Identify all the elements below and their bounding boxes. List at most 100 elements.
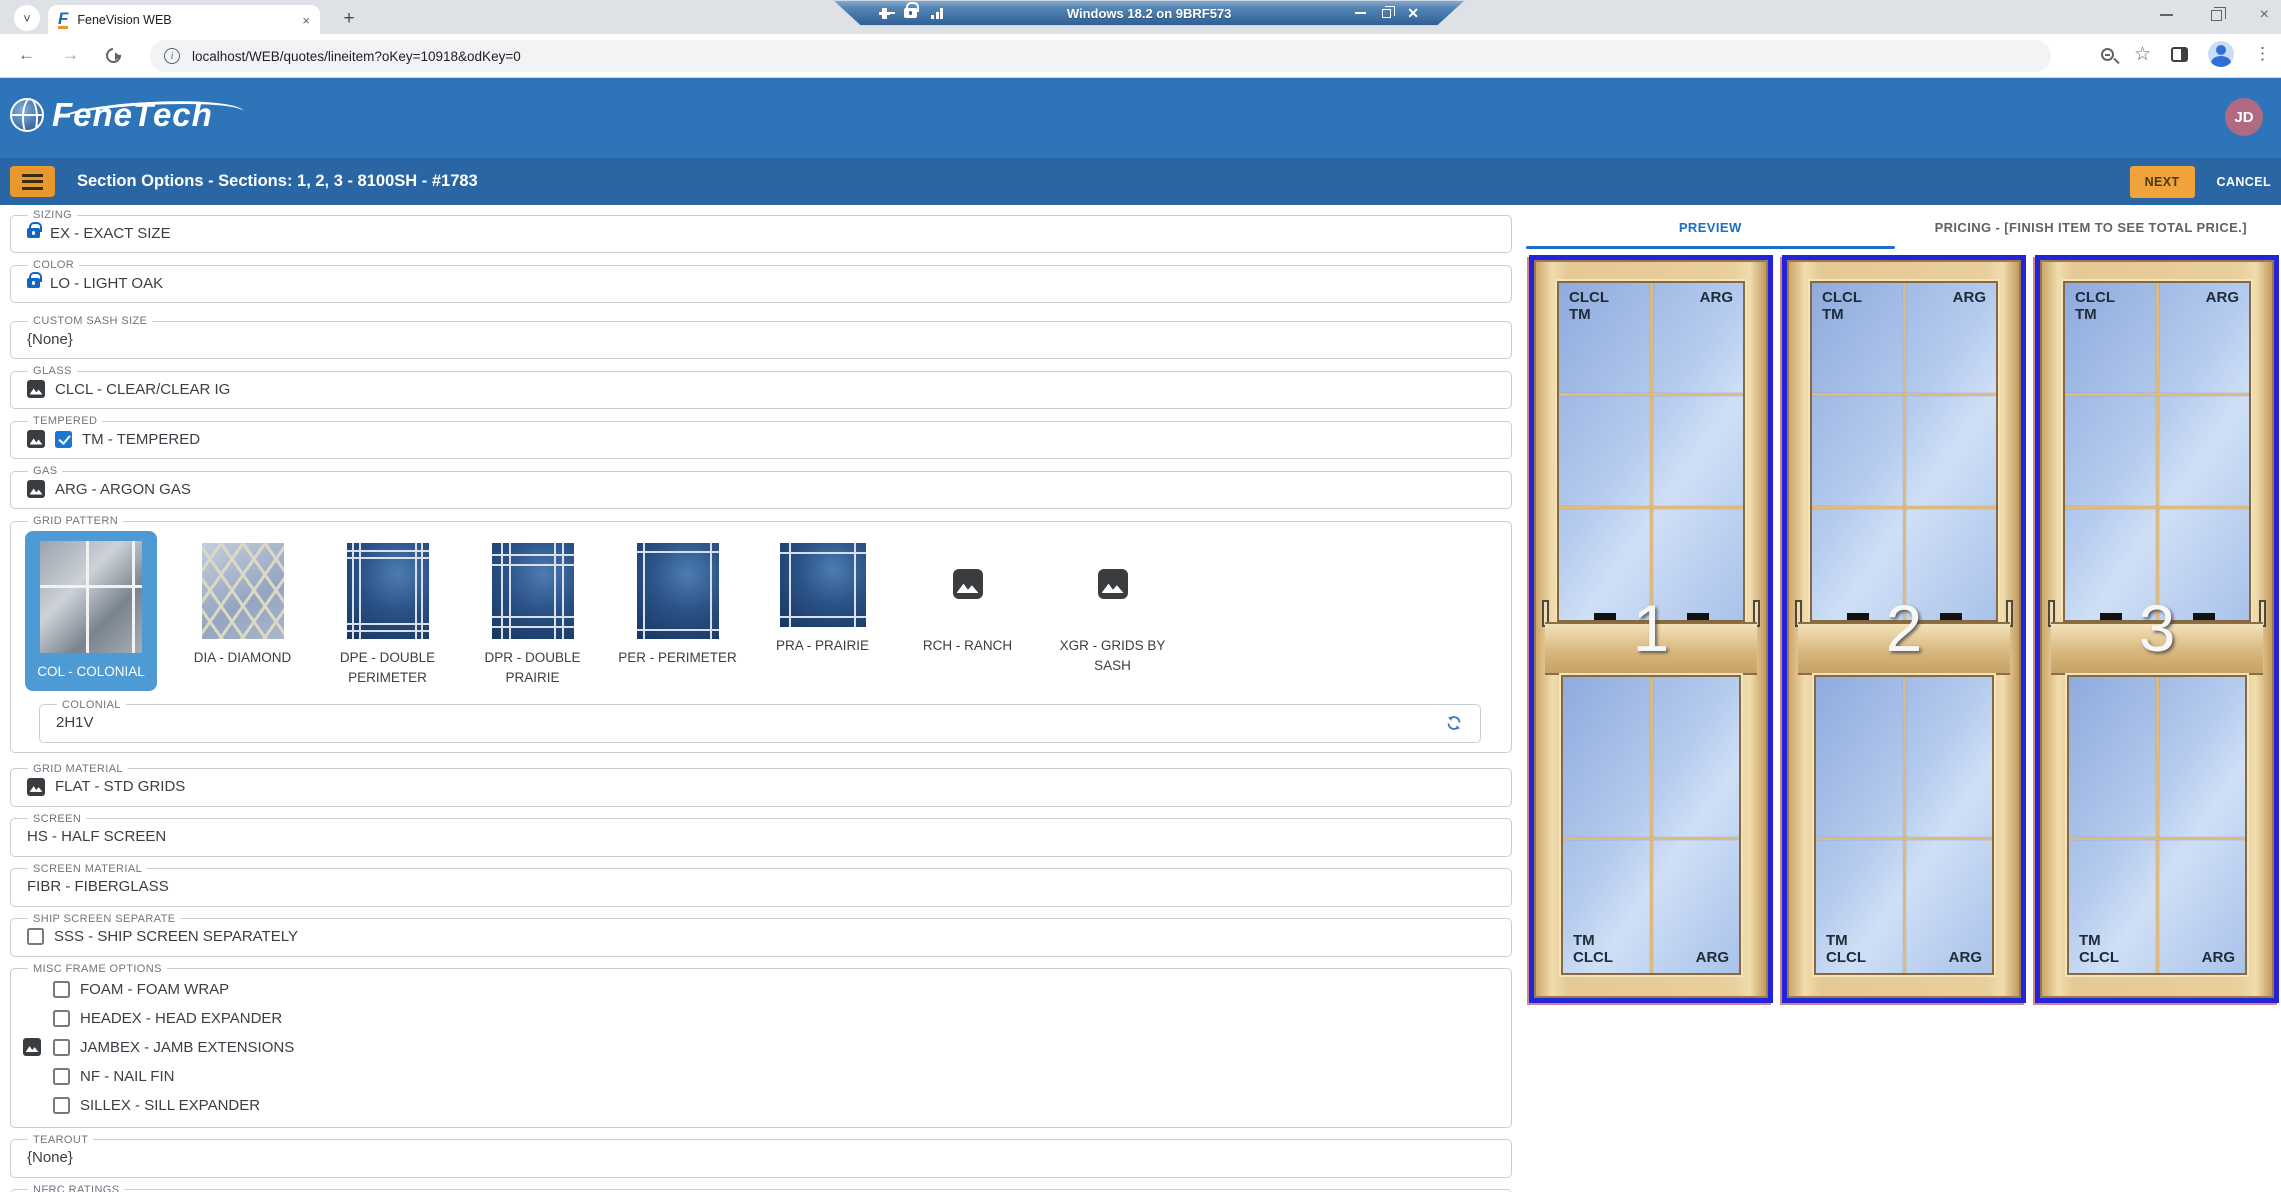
tab-pricing[interactable]: PRICING - [FINISH ITEM TO SEE TOTAL PRIC… [1901, 205, 2281, 249]
back-icon[interactable]: ← [18, 45, 35, 65]
lower-sash-glass: TMCLCL ARG [1814, 675, 1994, 975]
field-screen: SCREEN HS - HALF SCREEN [10, 813, 1512, 857]
refresh-icon[interactable] [1444, 713, 1464, 737]
tile-label: DPE - DOUBLE PERIMETER [327, 648, 449, 687]
lock-icon [904, 8, 917, 18]
signal-strength-icon [931, 8, 943, 19]
field-glass: GLASS CLCL - CLEAR/CLEAR IG [10, 365, 1512, 409]
browser-profile-icon[interactable] [2208, 41, 2234, 67]
custom-sash-size-value: {None} [27, 331, 73, 348]
sill-expander-checkbox[interactable] [53, 1097, 70, 1114]
field-label: TEMPERED [28, 415, 102, 427]
grid-pattern-tile-grids-by-sash[interactable]: XGR - GRIDS BY SASH [1040, 531, 1185, 675]
tab-preview[interactable]: PREVIEW [1520, 205, 1901, 249]
cancel-button[interactable]: CANCEL [2217, 175, 2271, 189]
window-preview-unit-1[interactable]: CLCLTM ARG 1 TMCLCL ARG [1529, 255, 1773, 1003]
head-expander-checkbox[interactable] [53, 1010, 70, 1027]
tile-label: PRA - PRAIRIE [776, 636, 869, 656]
forward-icon[interactable]: → [62, 45, 79, 65]
grid-pattern-tile-ranch[interactable]: RCH - RANCH [895, 531, 1040, 656]
remote-restore-icon[interactable] [1382, 9, 1391, 18]
foam-wrap-checkbox[interactable] [53, 981, 70, 998]
glass-spec-label: TMCLCL [1573, 933, 1613, 966]
app-header: FeneTech JD [0, 78, 2281, 158]
upper-sash-glass: CLCLTM ARG [1557, 281, 1745, 622]
grid-pattern-tile-perimeter[interactable]: PER - PERIMETER [605, 531, 750, 668]
misc-option-row: HEADEX - HEAD EXPANDER [23, 1004, 1497, 1033]
gas-spec-label: ARG [2202, 950, 2235, 967]
screen-select[interactable]: HS - HALF SCREEN [23, 825, 1497, 849]
grid-pattern-tile-colonial[interactable]: COL - COLONIAL [25, 531, 157, 691]
tearout-value: {None} [27, 1149, 73, 1166]
browser-menu-icon[interactable]: ⋮ [2254, 44, 2271, 64]
field-gas: GAS ARG - ARGON GAS [10, 465, 1512, 509]
side-panel-icon[interactable] [2171, 47, 2188, 62]
field-grid-pattern: GRID PATTERN COL - COLONIAL DIA - DIAMON… [10, 515, 1512, 753]
colonial-input[interactable]: 2H1V [52, 711, 1466, 735]
ship-screen-separately-checkbox[interactable] [27, 928, 44, 945]
page-title: Section Options - Sections: 1, 2, 3 - 81… [77, 172, 2130, 191]
lock-icon [27, 278, 40, 288]
misc-option-row: JAMBEX - JAMB EXTENSIONS [23, 1033, 1497, 1062]
gas-value: ARG - ARGON GAS [55, 481, 191, 498]
field-screen-material: SCREEN MATERIAL FIBR - FIBERGLASS [10, 863, 1512, 907]
glass-select[interactable]: CLCL - CLEAR/CLEAR IG [23, 377, 1497, 401]
field-label: GRID PATTERN [28, 515, 123, 527]
pin-icon[interactable] [879, 12, 890, 15]
screen-material-select[interactable]: FIBR - FIBERGLASS [23, 875, 1497, 899]
site-info-icon[interactable]: i [164, 48, 180, 64]
grid-material-select[interactable]: FLAT - STD GRIDS [23, 775, 1497, 799]
field-ship-screen-separate: SHIP SCREEN SEPARATE SSS - SHIP SCREEN S… [10, 913, 1512, 957]
window-restore-icon[interactable] [2211, 10, 2222, 21]
tile-label: DPR - DOUBLE PRAIRIE [472, 648, 594, 687]
field-tempered: TEMPERED TM - TEMPERED [10, 415, 1512, 459]
tab-search-chevron-icon[interactable]: ˅ [14, 5, 40, 31]
zoom-icon[interactable] [2101, 48, 2114, 61]
browser-window-controls: × [2160, 0, 2269, 30]
jamb-extensions-checkbox[interactable] [53, 1039, 70, 1056]
colonial-value: 2H1V [56, 714, 94, 731]
window-minimize-icon[interactable] [2160, 14, 2173, 16]
tile-label: XGR - GRIDS BY SASH [1052, 636, 1174, 675]
new-tab-button[interactable]: + [336, 6, 362, 32]
custom-sash-size-select[interactable]: {None} [23, 327, 1497, 351]
double-prairie-thumbnail [492, 543, 574, 639]
grid-pattern-tile-double-perimeter[interactable]: DPE - DOUBLE PERIMETER [315, 531, 460, 687]
browser-tab[interactable]: F FeneVision WEB × [48, 5, 320, 35]
lower-sash-glass: TMCLCL ARG [2067, 675, 2247, 975]
window-preview-unit-3[interactable]: CLCLTM ARG 3 TMCLCL ARG [2035, 255, 2279, 1003]
browser-toolbar: ← → i localhost/WEB/quotes/lineitem?oKey… [0, 34, 2281, 78]
window-frame: CLCLTM ARG 2 TMCLCL ARG [1787, 260, 2021, 998]
remote-minimize-icon[interactable] [1355, 12, 1366, 14]
gas-select[interactable]: ARG - ARGON GAS [23, 477, 1497, 501]
grid-pattern-tile-diamond[interactable]: DIA - DIAMOND [170, 531, 315, 668]
misc-option-label: JAMBEX - JAMB EXTENSIONS [80, 1039, 294, 1056]
next-button[interactable]: NEXT [2130, 166, 2195, 198]
url-bar[interactable]: i localhost/WEB/quotes/lineitem?oKey=109… [150, 40, 2051, 72]
window-preview-unit-2[interactable]: CLCLTM ARG 2 TMCLCL ARG [1782, 255, 2026, 1003]
grid-pattern-tile-double-prairie[interactable]: DPR - DOUBLE PRAIRIE [460, 531, 605, 687]
tab-close-icon[interactable]: × [302, 13, 310, 28]
screen-value: HS - HALF SCREEN [27, 828, 166, 845]
reload-icon[interactable] [103, 45, 124, 66]
window-close-icon[interactable]: × [2260, 7, 2269, 23]
tearout-select[interactable]: {None} [23, 1146, 1497, 1170]
field-grid-material: GRID MATERIAL FLAT - STD GRIDS [10, 763, 1512, 807]
nail-fin-checkbox[interactable] [53, 1068, 70, 1085]
misc-option-label: SILLEX - SILL EXPANDER [80, 1097, 260, 1114]
tempered-checkbox[interactable] [55, 431, 72, 448]
bookmark-star-icon[interactable]: ☆ [2134, 45, 2151, 64]
remote-close-icon[interactable]: ✕ [1407, 6, 1419, 20]
user-avatar[interactable]: JD [2225, 98, 2263, 136]
grid-material-value: FLAT - STD GRIDS [55, 778, 185, 795]
color-value-row[interactable]: LO - LIGHT OAK [23, 271, 1497, 295]
grid-pattern-tile-prairie[interactable]: PRA - PRAIRIE [750, 531, 895, 656]
image-placeholder-icon [1098, 569, 1128, 599]
perimeter-thumbnail [637, 543, 719, 639]
sizing-value: EX - EXACT SIZE [50, 225, 171, 242]
sizing-value-row[interactable]: EX - EXACT SIZE [23, 221, 1497, 245]
image-placeholder-icon [27, 380, 45, 398]
menu-hamburger-button[interactable] [10, 166, 55, 197]
field-label: TEAROUT [28, 1134, 93, 1146]
field-label: SCREEN MATERIAL [28, 863, 147, 875]
